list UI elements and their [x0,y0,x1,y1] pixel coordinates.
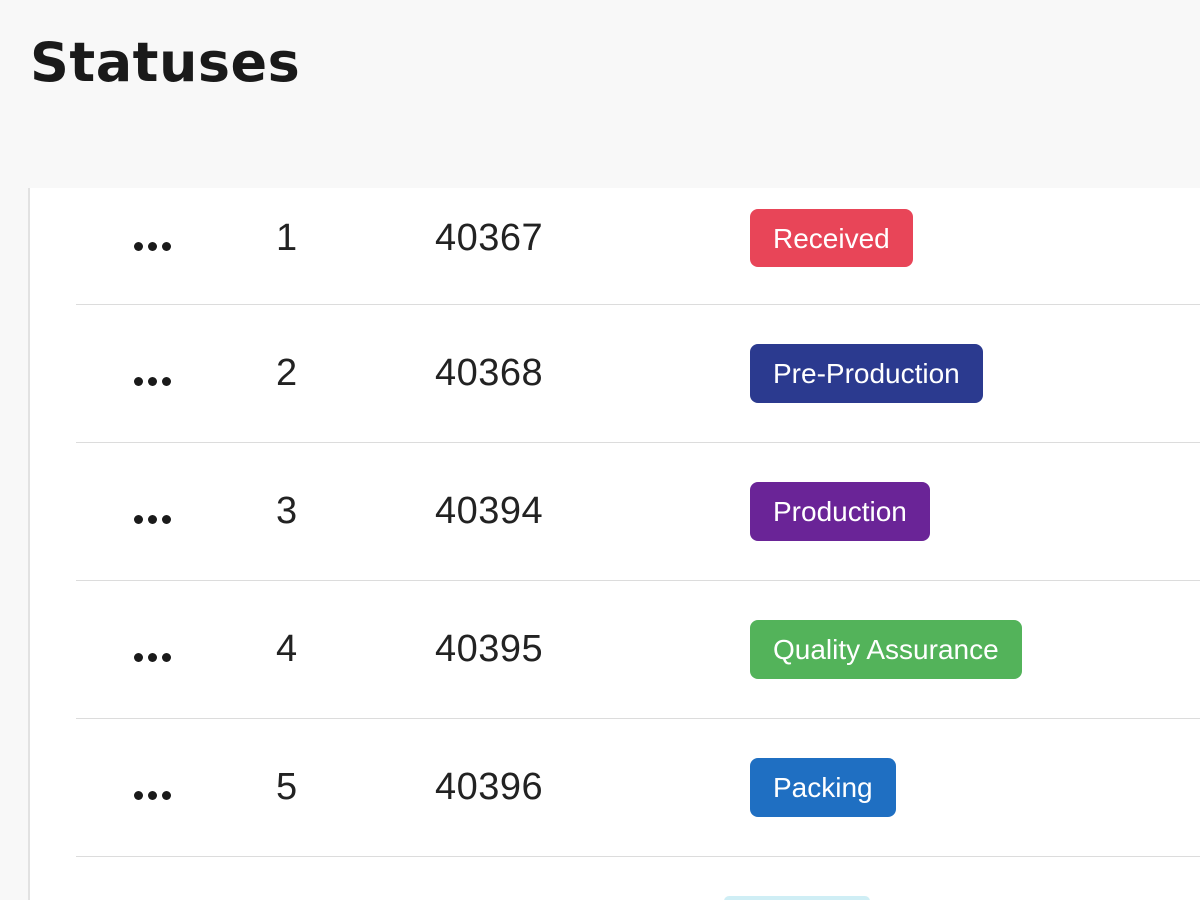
status-badge[interactable]: Received [750,208,913,268]
row-index: 5 [276,766,298,808]
dot [148,653,157,662]
status-badge[interactable]: Production [750,482,930,541]
dot [162,377,171,386]
table-row: 2 40368 Pre-Production [76,305,1200,443]
dot [148,241,157,251]
dot [134,377,143,386]
dot [162,241,171,251]
order-number: 40395 [435,628,544,670]
status-table: 1 40367 Received 2 40368 Pre-Production [76,188,1200,857]
order-number: 40367 [435,216,544,259]
statuses-page: Statuses 1 40367 Received 2 40368 Pre-Pr… [0,0,1200,900]
dot [162,515,171,524]
row-index: 3 [276,490,298,532]
row-index: 4 [276,628,298,670]
status-cell: Received [750,188,913,288]
dot [148,791,157,800]
row-index: 1 [276,216,298,259]
order-number: 40394 [435,490,544,532]
status-badge[interactable]: Packing [750,758,896,817]
more-actions-icon[interactable] [134,188,190,304]
dot [134,791,143,800]
status-panel: 1 40367 Received 2 40368 Pre-Production [28,188,1200,900]
status-cell: Packing [750,719,896,856]
status-cell: Production [750,443,930,580]
table-row: 5 40396 Packing [76,719,1200,857]
page-title: Statuses [30,31,301,94]
status-cell: Pre-Production [750,305,983,442]
status-badge[interactable]: Pre-Production [750,344,983,403]
row-index: 2 [276,352,298,394]
order-number: 40396 [435,766,544,808]
more-actions-icon[interactable] [134,305,190,458]
table-row: 3 40394 Production [76,443,1200,581]
more-actions-icon[interactable] [134,581,190,734]
dot [148,515,157,524]
partial-status-badge [724,896,870,900]
dot [148,377,157,386]
dot [134,241,143,251]
more-actions-icon[interactable] [134,719,190,872]
dot [162,653,171,662]
table-row: 4 40395 Quality Assurance [76,581,1200,719]
dot [134,515,143,524]
dot [162,791,171,800]
table-row: 1 40367 Received [76,188,1200,305]
more-actions-icon[interactable] [134,443,190,596]
status-cell: Quality Assurance [750,581,1022,718]
order-number: 40368 [435,352,544,394]
dot [134,653,143,662]
status-badge[interactable]: Quality Assurance [750,620,1022,679]
